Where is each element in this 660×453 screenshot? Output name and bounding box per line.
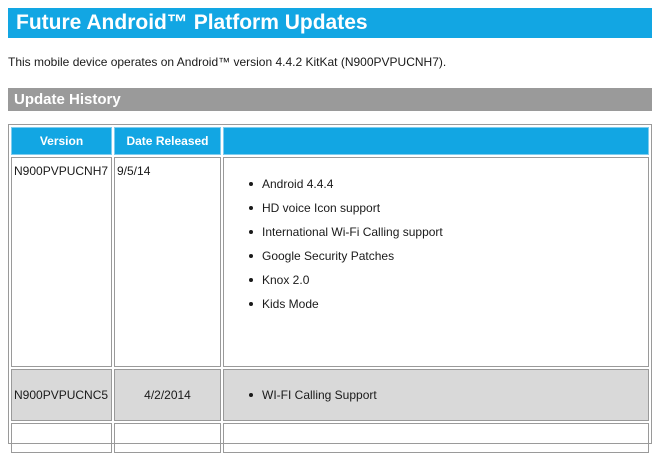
update-history-heading: Update History — [8, 88, 652, 111]
list-item: Android 4.4.4 — [249, 172, 648, 196]
table-row-3-version — [11, 423, 112, 453]
update-history-table: Version Date Released N900PVPUCNH7 9/5/1… — [8, 124, 652, 453]
list-item: WI-FI Calling Support — [249, 383, 648, 407]
table-row-2-date: 4/2/2014 — [114, 369, 221, 421]
list-item: HD voice Icon support — [249, 196, 648, 220]
release-notes-list: WI-FI Calling Support — [224, 383, 648, 407]
column-header-date-released: Date Released — [114, 127, 221, 155]
release-notes-list: Android 4.4.4 HD voice Icon support Inte… — [224, 172, 648, 316]
column-header-notes — [223, 127, 649, 155]
list-item: Knox 2.0 — [249, 268, 648, 292]
table-row-3-date — [114, 423, 221, 453]
column-header-version: Version — [11, 127, 112, 155]
table-row-1-notes: Android 4.4.4 HD voice Icon support Inte… — [223, 157, 649, 367]
table-row-3-notes — [223, 423, 649, 453]
list-item: Google Security Patches — [249, 244, 648, 268]
table-row-1-version: N900PVPUCNH7 — [11, 157, 112, 367]
page-title: Future Android™ Platform Updates — [8, 8, 652, 38]
list-item: Kids Mode — [249, 292, 648, 316]
table-row-2-notes: WI-FI Calling Support — [223, 369, 649, 421]
list-item: International Wi-Fi Calling support — [249, 220, 648, 244]
device-version-text: This mobile device operates on Android™ … — [8, 55, 447, 69]
table-row-2-version: N900PVPUCNC5 — [11, 369, 112, 421]
table-row-1-date: 9/5/14 — [114, 157, 221, 367]
